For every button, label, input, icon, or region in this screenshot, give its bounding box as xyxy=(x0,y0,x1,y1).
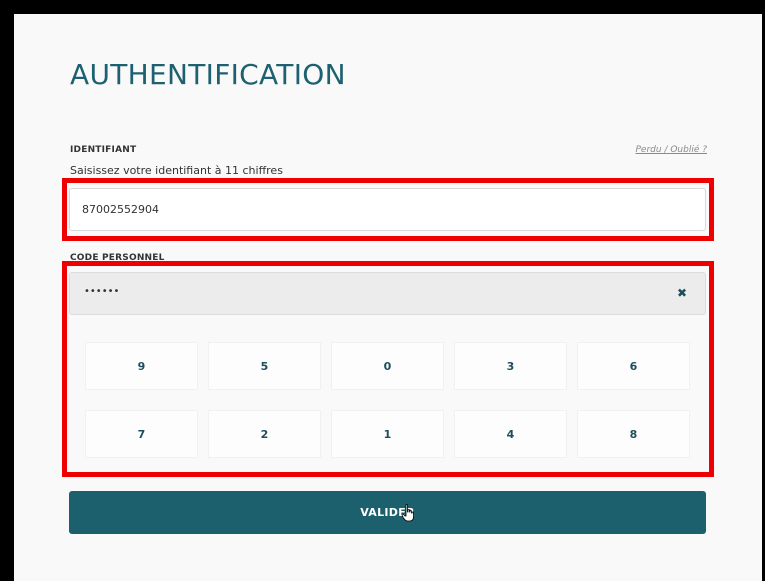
lost-identifier-link[interactable]: Perdu / Oublié ? xyxy=(635,145,707,155)
personal-code-highlight-box xyxy=(62,261,714,477)
identifier-highlight-box xyxy=(62,178,714,241)
page-title: AUTHENTIFICATION xyxy=(70,58,346,91)
personal-code-label: CODE PERSONNEL xyxy=(70,253,165,261)
identifier-hint: Saisissez votre identifiant à 11 chiffre… xyxy=(70,164,283,177)
hand-cursor-icon xyxy=(401,504,414,522)
identifier-label: IDENTIFIANT xyxy=(70,145,137,155)
validate-button[interactable]: VALIDER xyxy=(69,491,706,534)
